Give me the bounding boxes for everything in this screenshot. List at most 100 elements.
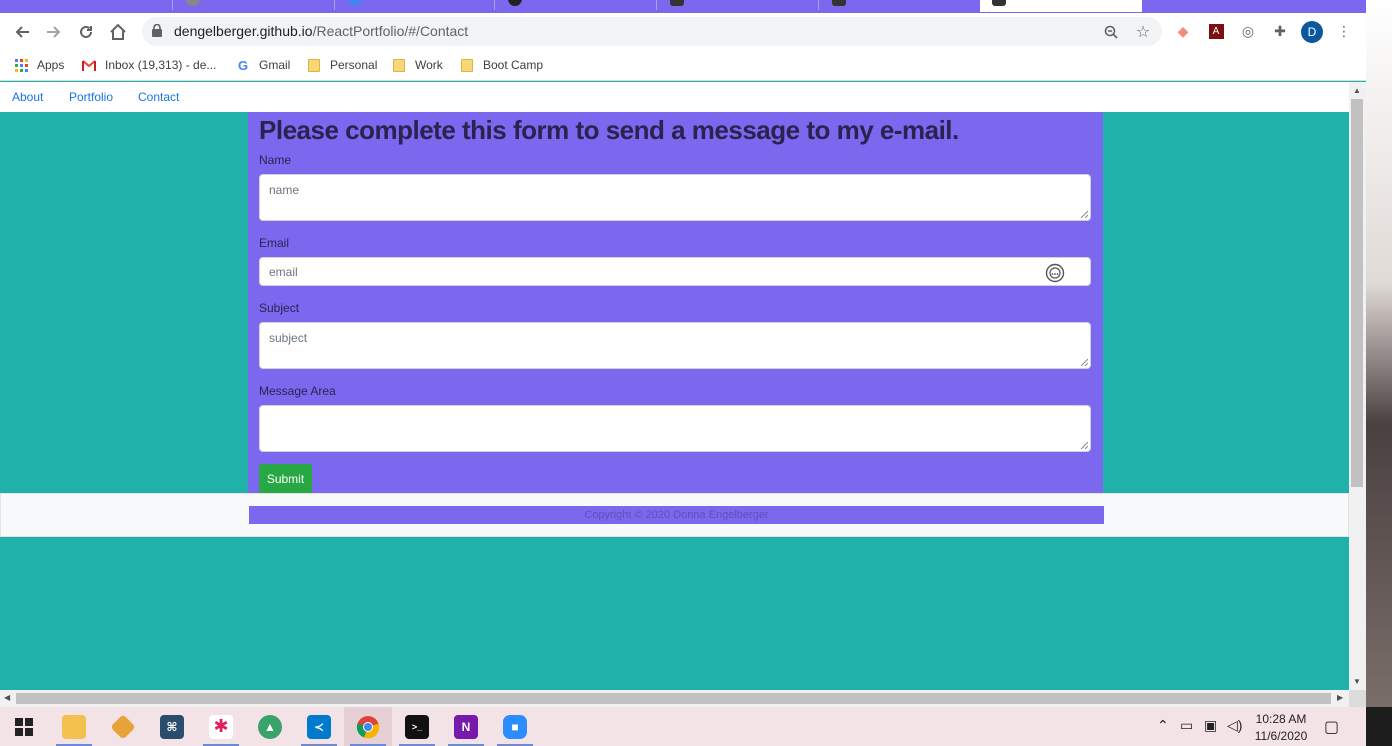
zoom-video-icon: ■ [503,714,527,739]
name-label: Name [259,153,292,167]
url-host: dengelberger.github.io [174,23,313,39]
taskbar-git-app[interactable] [99,707,147,746]
scroll-left-arrow-icon[interactable]: ◀ [4,693,10,702]
start-button[interactable] [0,707,48,746]
folder-icon [460,58,474,72]
name-input[interactable]: name [259,174,1091,221]
reload-button[interactable] [74,20,98,44]
bookmark-apps[interactable]: Apps [14,56,64,74]
clock-date: 11/6/2020 [1254,729,1308,743]
taskbar-chrome[interactable] [344,707,392,746]
folder-icon [307,58,321,72]
folder-icon [392,58,406,72]
browser-tab[interactable] [820,0,978,12]
url-path: /ReactPortfolio/#/Contact [312,23,469,39]
horizontal-scrollbar[interactable]: ◀ ▶ [0,690,1349,707]
bookmark-label: Inbox (19,313) - de... [105,58,217,72]
browser-tab[interactable] [496,0,654,12]
tray-chevron-up-icon[interactable]: ⌃ [1157,717,1169,734]
bookmark-label: Boot Camp [483,58,544,72]
gmail-icon [82,58,96,72]
taskbar-terminal[interactable]: >_ [393,707,441,746]
home-button[interactable] [106,20,130,44]
zoom-icon[interactable] [1101,22,1121,42]
scroll-up-arrow-icon[interactable]: ▲ [1353,86,1361,95]
message-label: Message Area [259,384,336,398]
email-label: Email [259,236,290,250]
subject-input[interactable]: subject [259,322,1091,369]
taskbar-clock[interactable]: 10:28 AM 11/6/2020 [1248,711,1314,745]
horizontal-scroll-thumb[interactable] [16,693,1331,704]
nav-link-portfolio[interactable]: Portfolio [69,90,113,104]
browser-tab[interactable] [658,0,816,12]
resize-grip-icon[interactable] [1080,441,1088,449]
forward-button[interactable] [42,20,66,44]
browser-tab[interactable] [1144,0,1344,12]
taskbar-edge [1366,707,1392,746]
address-text[interactable]: dengelberger.github.io/ReactPortfolio/#/… [174,23,468,39]
tab-separator [818,0,819,10]
back-button[interactable] [10,20,34,44]
folder-icon [62,714,86,739]
profile-avatar[interactable]: D [1301,21,1323,43]
nav-link-about[interactable]: About [12,90,43,104]
browser-tab-active[interactable] [980,0,1142,12]
page-footer: Copyright © 2020 Donna Engelberger [0,493,1349,537]
bookmark-star-icon[interactable]: ☆ [1133,22,1153,42]
email-input[interactable]: email [259,257,1091,286]
taskbar-file-explorer[interactable] [50,707,98,746]
git-icon [110,713,136,740]
browser-tab[interactable] [174,0,332,12]
nav-link-contact[interactable]: Contact [138,90,179,104]
taskbar-zoom[interactable]: ■ [491,707,539,746]
taskbar-onenote[interactable]: N [442,707,490,746]
chrome-icon [356,715,380,738]
taskbar-gitkraken[interactable]: ▲ [246,707,294,746]
password-manager-icon[interactable] [1045,263,1065,283]
bookmark-folder-work[interactable]: Work [392,56,443,74]
bookmark-label: Gmail [259,58,291,72]
gitkraken-icon: ▲ [258,714,282,739]
vertical-scrollbar[interactable]: ▲ ▼ [1349,82,1366,690]
browser-tab[interactable] [336,0,492,12]
lock-icon [152,24,162,37]
onenote-icon: N [454,714,478,739]
extension-icon[interactable]: ◆ [1172,20,1194,42]
battery-icon[interactable]: ▭ [1180,717,1193,734]
tab-separator [656,0,657,10]
bookmark-label: Personal [330,58,378,72]
bookmark-inbox[interactable]: Inbox (19,313) - de... [82,56,216,74]
browser-tab[interactable] [0,0,170,12]
taskbar-slack[interactable]: ✱ [197,707,245,746]
windows-logo-icon [15,717,33,736]
menu-kebab-icon[interactable]: ⋮ [1333,20,1355,42]
clock-time: 10:28 AM [1255,712,1307,726]
bookmarks-bar: Apps Inbox (19,313) - de... G Gmail Pers… [0,50,1366,81]
message-textarea[interactable] [259,405,1091,452]
extension-icon[interactable]: ◎ [1237,20,1259,42]
copyright-text: Copyright © 2020 Donna Engelberger [249,506,1104,524]
back-arrow-icon [15,26,29,38]
network-icon[interactable]: ▣ [1204,717,1217,734]
browser-toolbar: dengelberger.github.io/ReactPortfolio/#/… [0,13,1366,50]
tab-separator [334,0,335,10]
acrobat-icon[interactable]: A [1205,20,1227,42]
form-title: Please complete this form to send a mess… [259,115,959,145]
notifications-icon[interactable]: ▢ [1324,717,1339,737]
submit-button[interactable]: Submit [259,464,312,493]
bookmark-folder-bootcamp[interactable]: Boot Camp [460,56,543,74]
bookmark-folder-personal[interactable]: Personal [307,56,377,74]
windows-taskbar: ⌘ ✱ ▲ ≺ >_ N ■ ⌃ ▭ ▣ ◁) 10:28 AM 11/6/20… [0,707,1392,746]
scroll-right-arrow-icon[interactable]: ▶ [1337,693,1343,702]
taskbar-mysql[interactable]: ⌘ [148,707,196,746]
subject-placeholder: subject [269,331,308,345]
bookmark-gmail[interactable]: G Gmail [236,56,290,74]
extensions-puzzle-icon[interactable]: ✚ [1269,20,1291,42]
taskbar-vscode[interactable]: ≺ [295,707,343,746]
volume-icon[interactable]: ◁) [1227,717,1242,734]
resize-grip-icon[interactable] [1080,210,1088,218]
vertical-scroll-thumb[interactable] [1351,99,1363,487]
scroll-down-arrow-icon[interactable]: ▼ [1353,677,1361,686]
resize-grip-icon[interactable] [1080,358,1088,366]
address-bar[interactable]: dengelberger.github.io/ReactPortfolio/#/… [142,17,1162,46]
